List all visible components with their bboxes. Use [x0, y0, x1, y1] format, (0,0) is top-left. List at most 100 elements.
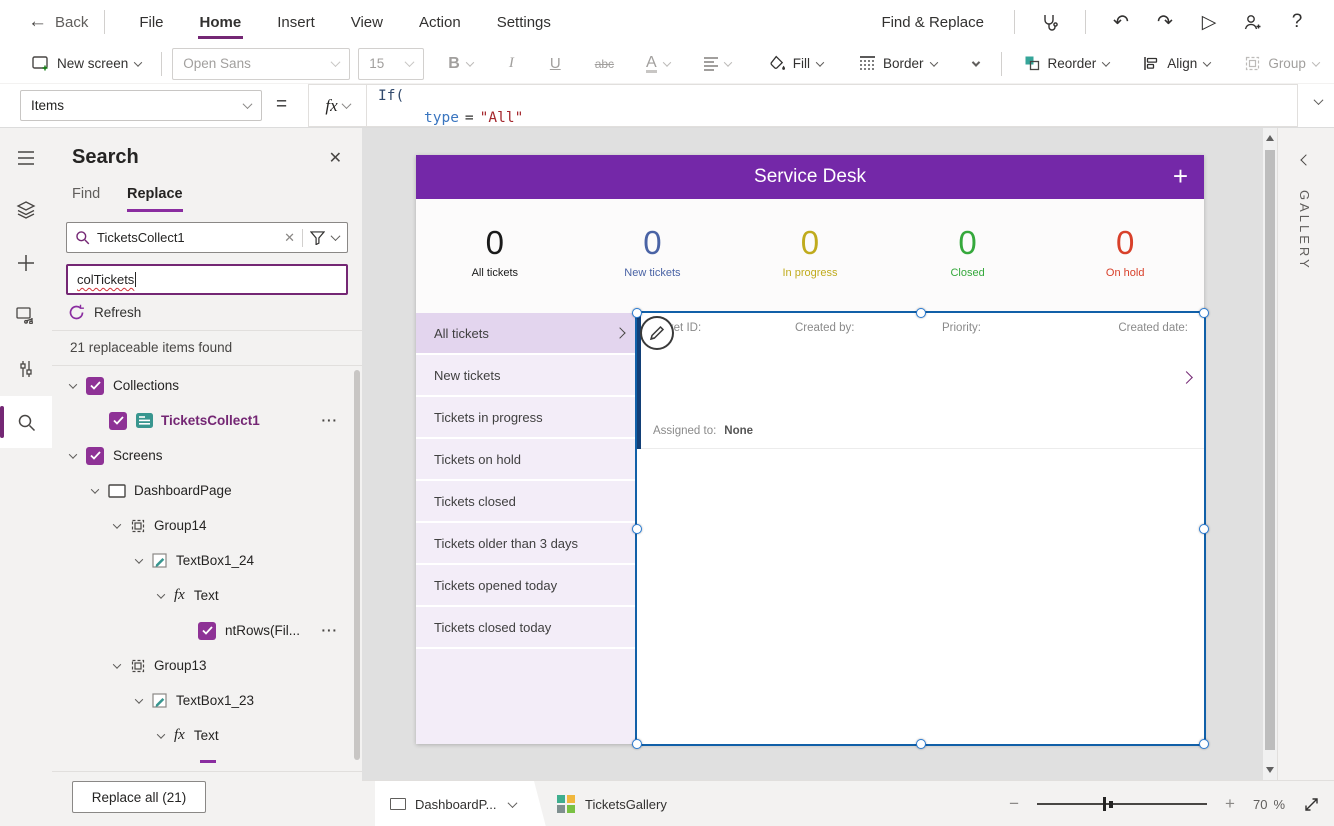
resize-handle-middle-right[interactable]	[1199, 524, 1209, 534]
tree-node-text-property[interactable]: fx Text	[52, 578, 354, 613]
chevron-down-icon[interactable]	[113, 520, 121, 528]
refresh-button[interactable]: Refresh	[68, 304, 141, 321]
filter-funnel-icon[interactable]	[310, 231, 325, 245]
text-align-button[interactable]	[694, 48, 741, 80]
resize-handle-bottom-middle[interactable]	[916, 739, 926, 749]
chevron-down-icon[interactable]	[69, 380, 77, 388]
menu-settings[interactable]: Settings	[479, 0, 569, 44]
chevron-down-icon[interactable]	[113, 660, 121, 668]
scrollbar-thumb[interactable]	[1265, 150, 1275, 750]
font-family-select[interactable]: Open Sans	[172, 48, 350, 80]
share-user-icon[interactable]	[1234, 5, 1272, 39]
checkbox-checked[interactable]	[109, 412, 127, 430]
counter-on-hold[interactable]: 0 On hold	[1046, 199, 1204, 313]
canvas-vertical-scrollbar[interactable]	[1263, 128, 1277, 780]
chevron-down-icon[interactable]	[91, 485, 99, 493]
resize-handle-top-right[interactable]	[1199, 308, 1209, 318]
fill-button[interactable]: Fill	[759, 48, 833, 80]
tree-node-dashboardpage[interactable]: DashboardPage	[52, 473, 354, 508]
chevron-down-icon[interactable]	[69, 450, 77, 458]
menu-view[interactable]: View	[333, 0, 401, 44]
zoom-slider[interactable]	[1037, 797, 1207, 811]
font-size-select[interactable]: 15	[358, 48, 424, 80]
redo-icon[interactable]: ↷	[1146, 5, 1184, 39]
tab-find[interactable]: Find	[72, 186, 100, 209]
help-icon[interactable]: ?	[1278, 5, 1316, 39]
tree-node-textbox1-23[interactable]: TextBox1_23	[52, 683, 354, 718]
chevron-down-icon[interactable]	[331, 231, 341, 241]
chevron-down-icon[interactable]	[508, 798, 518, 808]
close-icon[interactable]: ✕	[329, 148, 342, 168]
nav-item-tickets-opened-today[interactable]: Tickets opened today	[416, 565, 637, 605]
resize-handle-bottom-right[interactable]	[1199, 739, 1209, 749]
back-button[interactable]: ← Back	[28, 11, 88, 33]
tree-node-text-property[interactable]: fx Text	[52, 718, 354, 753]
counter-in-progress[interactable]: 0 In progress	[731, 199, 889, 313]
zoom-slider-handle[interactable]	[1103, 797, 1106, 811]
nav-item-tickets-in-progress[interactable]: Tickets in progress	[416, 397, 637, 437]
scroll-down-arrow-icon[interactable]	[1266, 767, 1274, 773]
scroll-up-arrow-icon[interactable]	[1266, 135, 1274, 141]
menu-home[interactable]: Home	[182, 0, 260, 44]
formula-bar-expand-icon[interactable]	[1314, 95, 1324, 105]
preview-play-icon[interactable]: ▷	[1190, 5, 1228, 39]
design-canvas[interactable]: Service Desk + 0 All tickets 0 New ticke…	[362, 128, 1263, 780]
nav-item-new-tickets[interactable]: New tickets	[416, 355, 637, 395]
zoom-in-icon[interactable]: +	[1225, 794, 1235, 814]
undo-icon[interactable]: ↶	[1102, 5, 1140, 39]
italic-button[interactable]: I	[499, 48, 524, 80]
zoom-out-icon[interactable]: −	[1009, 794, 1019, 814]
nav-item-tickets-on-hold[interactable]: Tickets on hold	[416, 439, 637, 479]
bold-button[interactable]: B	[438, 48, 483, 80]
counter-new-tickets[interactable]: 0 New tickets	[574, 199, 732, 313]
nav-item-tickets-closed-today[interactable]: Tickets closed today	[416, 607, 637, 647]
insert-plus-icon[interactable]	[0, 243, 52, 283]
search-input[interactable]	[97, 230, 277, 245]
underline-button[interactable]: U	[540, 48, 571, 80]
media-icon[interactable]	[0, 295, 52, 335]
gallery-panel-label[interactable]: GALLERY	[1297, 190, 1312, 271]
tickets-gallery[interactable]: Ticket ID: Created by: Priority: Created…	[637, 313, 1204, 744]
search-rail-tile[interactable]	[0, 396, 52, 448]
menu-file[interactable]: File	[121, 0, 181, 44]
menu-action[interactable]: Action	[401, 0, 479, 44]
checkbox-checked[interactable]	[86, 447, 104, 465]
app-header[interactable]: Service Desk +	[416, 155, 1204, 199]
tab-replace[interactable]: Replace	[127, 186, 183, 212]
app-checker-icon[interactable]	[1031, 5, 1069, 39]
nav-item-tickets-closed[interactable]: Tickets closed	[416, 481, 637, 521]
resize-handle-bottom-left[interactable]	[632, 739, 642, 749]
screen-tab-dashboardpage[interactable]: DashboardP...	[375, 781, 546, 826]
chevron-down-icon[interactable]	[135, 695, 143, 703]
app-screen[interactable]: Service Desk + 0 All tickets 0 New ticke…	[416, 155, 1204, 744]
fit-to-window-icon[interactable]	[1303, 796, 1320, 813]
more-options-icon[interactable]: ···	[322, 413, 339, 428]
nav-item-tickets-older-3-days[interactable]: Tickets older than 3 days	[416, 523, 637, 563]
tree-node-textbox1-24[interactable]: TextBox1_24	[52, 543, 354, 578]
resize-handle-top-left[interactable]	[632, 308, 642, 318]
tree-node-collections[interactable]: Collections	[52, 368, 354, 403]
resize-handle-middle-left[interactable]	[632, 524, 642, 534]
replace-input-value[interactable]: colTickets	[77, 272, 134, 287]
counter-closed[interactable]: 0 Closed	[889, 199, 1047, 313]
tree-node-ticketscollect1[interactable]: TicketsCollect1 ···	[52, 403, 354, 438]
chevron-down-icon[interactable]	[157, 590, 165, 598]
formula-input[interactable]: If( type="All"	[367, 85, 1297, 126]
resize-handle-top-middle[interactable]	[916, 308, 926, 318]
edit-template-pencil-icon[interactable]	[640, 316, 674, 350]
tree-node-screens[interactable]: Screens	[52, 438, 354, 473]
font-color-button[interactable]: A	[636, 48, 680, 80]
replace-all-button[interactable]: Replace all (21)	[72, 781, 206, 813]
selected-control-ticketsgallery[interactable]: TicketsGallery	[545, 781, 667, 826]
replace-input-box[interactable]: colTickets	[66, 264, 348, 295]
row-detail-chevron-icon[interactable]	[1180, 371, 1193, 384]
more-formatting-button[interactable]	[963, 48, 989, 80]
counter-all-tickets[interactable]: 0 All tickets	[416, 199, 574, 313]
strikethrough-button[interactable]: abc	[585, 48, 624, 80]
new-screen-button[interactable]: New screen	[22, 48, 151, 80]
align-button[interactable]: Align	[1133, 48, 1220, 80]
tree-node-match-ntrows[interactable]: ntRows(Fil... ···	[52, 613, 354, 648]
reorder-button[interactable]: Reorder	[1014, 48, 1120, 80]
tree-node-group14[interactable]: Group14	[52, 508, 354, 543]
gallery-template-row[interactable]: Ticket ID: Created by: Priority: Created…	[637, 313, 1204, 449]
